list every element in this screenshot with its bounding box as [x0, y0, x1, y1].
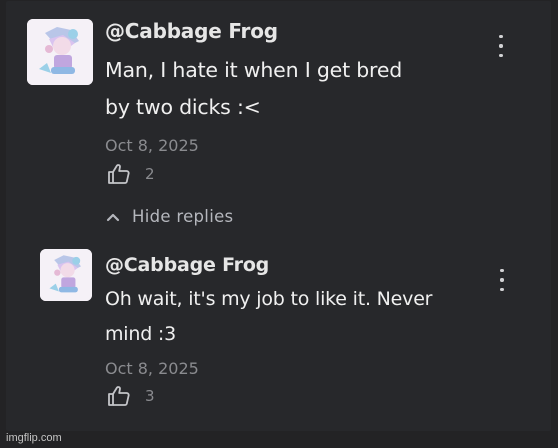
watermark: imgflip.com [6, 432, 62, 444]
like-count: 3 [145, 387, 155, 405]
avatar-image [27, 19, 93, 85]
like-count: 2 [145, 165, 155, 183]
like-control: 2 [107, 163, 155, 185]
comment-date: Oct 8, 2025 [105, 359, 199, 378]
avatar[interactable] [40, 249, 92, 301]
hide-replies-button[interactable]: Hide replies [106, 207, 233, 226]
hide-replies-label: Hide replies [132, 207, 234, 226]
avatar[interactable] [27, 19, 93, 85]
thumbs-up-icon[interactable] [107, 163, 131, 185]
avatar-image [40, 249, 92, 301]
comment-text-line: Man, I hate it when I get bred [105, 58, 403, 82]
thumbs-up-icon[interactable] [107, 385, 131, 407]
comment-author[interactable]: @Cabbage Frog [105, 19, 278, 43]
more-vertical-icon[interactable] [495, 35, 507, 57]
comment-text-line: mind :3 [105, 323, 177, 345]
like-control: 3 [107, 385, 155, 407]
chevron-up-icon [106, 213, 120, 221]
comment-text-line: Oh wait, it's my job to like it. Never [105, 288, 433, 310]
comment-date: Oct 8, 2025 [105, 136, 199, 155]
comment-author[interactable]: @Cabbage Frog [105, 254, 269, 276]
more-vertical-icon[interactable] [496, 269, 508, 291]
comment-thread: @Cabbage Frog Man, I hate it when I get … [6, 1, 551, 431]
comment-text-line: by two dicks :< [105, 95, 261, 119]
